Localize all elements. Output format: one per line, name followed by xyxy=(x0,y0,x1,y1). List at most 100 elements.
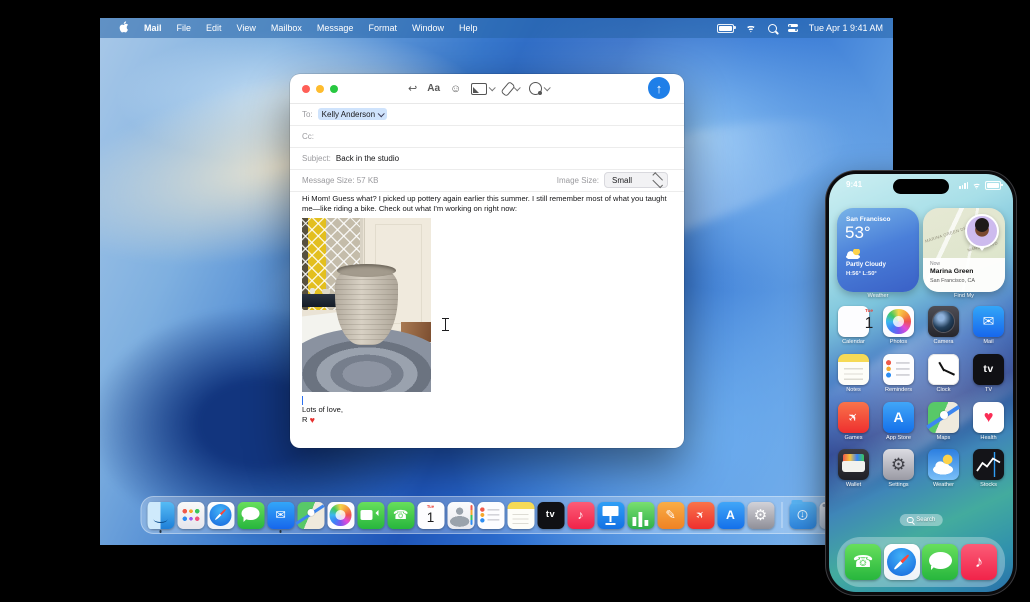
minimize-button[interactable] xyxy=(316,84,324,93)
rocket-icon: ✈ xyxy=(838,402,869,433)
stocks-chart-icon xyxy=(976,452,1001,477)
dock-icon-app-store[interactable]: A xyxy=(717,501,744,529)
apple-menu[interactable] xyxy=(112,21,136,35)
message-body[interactable]: Hi Mom! Guess what? I picked up pottery … xyxy=(302,194,674,213)
app-health[interactable]: ♥ Health xyxy=(966,402,1011,441)
compose-options-button[interactable] xyxy=(529,82,551,95)
dock-icon-music[interactable]: ♪ xyxy=(567,501,594,529)
running-indicator xyxy=(279,529,282,533)
app-photos[interactable]: Photos xyxy=(876,306,921,345)
widget-row: San Francisco 53° Partly Cloudy H:56° L:… xyxy=(829,208,1013,292)
emoji-icon[interactable]: ☺ xyxy=(450,83,461,95)
attach-file-button[interactable] xyxy=(500,80,521,97)
tv-icon: tv xyxy=(545,509,556,520)
dock-icon-photos[interactable] xyxy=(327,501,354,529)
menu-bar-clock[interactable]: Tue Apr 1 9:41 AM xyxy=(809,23,883,33)
photo-browser-button[interactable] xyxy=(471,82,496,95)
app-notes[interactable]: Notes xyxy=(831,354,876,393)
weather-widget[interactable]: San Francisco 53° Partly Cloudy H:56° L:… xyxy=(837,208,919,292)
dock-icon-reminders[interactable] xyxy=(477,501,504,529)
dock-icon-safari[interactable] xyxy=(883,544,920,580)
cc-field[interactable]: Cc: xyxy=(290,125,684,148)
dock-icon-system-settings[interactable]: ⚙ xyxy=(747,501,774,529)
dock-icon-downloads[interactable]: ↓ xyxy=(789,499,816,529)
search-pill[interactable]: Search xyxy=(899,514,943,526)
pottery-photo[interactable] xyxy=(302,218,431,392)
weather-high-low: H:56° L:50° xyxy=(846,271,877,277)
camera-icon xyxy=(928,306,959,337)
menu-item-window[interactable]: Window xyxy=(405,23,451,33)
app-calendar[interactable]: Tue 1 Calendar xyxy=(831,306,876,345)
app-clock[interactable]: Clock xyxy=(921,354,966,393)
app-stocks[interactable]: Stocks xyxy=(966,449,1011,488)
battery-icon[interactable] xyxy=(716,23,736,33)
menu-app-name[interactable]: Mail xyxy=(137,23,169,33)
dock-icon-calendar[interactable]: Tue 1 xyxy=(417,501,444,529)
menu-item-message[interactable]: Message xyxy=(310,23,361,33)
dock-icon-phone[interactable]: ☎ xyxy=(387,501,414,529)
dock-icon-maps[interactable] xyxy=(297,501,324,529)
mac-display: Mail File Edit View Mailbox Message Form… xyxy=(100,18,893,545)
menu-item-help[interactable]: Help xyxy=(452,23,485,33)
dock-icon-music[interactable]: ♪ xyxy=(960,544,997,580)
wifi-icon[interactable] xyxy=(744,23,757,33)
app-wallet[interactable]: Wallet xyxy=(831,449,876,488)
dock-icon-numbers[interactable] xyxy=(627,501,654,529)
find-my-widget[interactable]: MARINA GREEN DR MARINA BLVD Now Marina G… xyxy=(923,208,1005,292)
compose-toolbar: ↩ Aa ☺ ↑ xyxy=(290,74,684,104)
app-games[interactable]: ✈ Games xyxy=(831,402,876,441)
dock-icon-messages[interactable] xyxy=(237,501,264,529)
tv-glyph: tv xyxy=(983,363,994,376)
dock-icon-phone[interactable]: ☎ xyxy=(845,544,881,580)
dock-icon-safari[interactable] xyxy=(207,501,234,529)
app-tv[interactable]: tv TV xyxy=(966,354,1011,393)
dock-icon-messages[interactable] xyxy=(922,544,959,580)
app-weather[interactable]: Weather xyxy=(921,449,966,488)
app-label: Calendar xyxy=(842,339,865,345)
dock-icon-keynote[interactable] xyxy=(597,501,624,529)
recipient-token[interactable]: Kelly Anderson xyxy=(317,108,388,120)
map-street-label: MARINA GREEN DR xyxy=(924,225,968,244)
dock-icon-notes[interactable] xyxy=(507,501,534,529)
app-camera[interactable]: Camera xyxy=(921,306,966,345)
chevron-down-icon xyxy=(543,84,551,92)
apple-icon xyxy=(119,21,129,33)
app-maps[interactable]: Maps xyxy=(921,402,966,441)
control-center-icon[interactable] xyxy=(787,24,798,32)
closing-lines[interactable]: Lots of love, R ♥ xyxy=(302,405,343,427)
dynamic-island xyxy=(893,179,949,194)
maps-icon xyxy=(928,402,959,433)
menu-item-view[interactable]: View xyxy=(230,23,263,33)
find-my-place: Marina Green xyxy=(930,268,974,275)
heart-glyph: ♥ xyxy=(983,408,994,427)
zoom-button[interactable] xyxy=(330,84,338,93)
app-label: Photos xyxy=(889,339,908,345)
photo-icon xyxy=(471,82,488,95)
dock-icon-contacts[interactable] xyxy=(447,501,474,529)
format-text-icon[interactable]: Aa xyxy=(427,83,440,94)
menu-item-format[interactable]: Format xyxy=(361,23,404,33)
send-button[interactable]: ↑ xyxy=(648,77,670,99)
menu-item-edit[interactable]: Edit xyxy=(199,23,229,33)
app-settings[interactable]: ⚙ Settings xyxy=(876,449,921,488)
app-mail[interactable]: ✉ Mail xyxy=(966,306,1011,345)
undo-icon[interactable]: ↩ xyxy=(408,82,417,95)
subject-field[interactable]: Subject: Back in the studio xyxy=(290,147,684,170)
iphone-dock: ☎ ♪ xyxy=(837,537,1005,587)
close-button[interactable] xyxy=(302,84,310,93)
search-icon xyxy=(906,516,914,524)
app-reminders[interactable]: Reminders xyxy=(876,354,921,393)
dock-icon-mail[interactable]: ✉ xyxy=(267,501,294,533)
menu-item-mailbox[interactable]: Mailbox xyxy=(264,23,309,33)
dock-icon-launchpad[interactable] xyxy=(177,501,204,529)
image-size-dropdown[interactable]: Small xyxy=(604,171,668,189)
dock-icon-pages[interactable]: ✎ xyxy=(657,501,684,529)
app-app-store[interactable]: A App Store xyxy=(876,402,921,441)
dock-icon-facetime[interactable] xyxy=(357,501,384,529)
to-field[interactable]: To: Kelly Anderson xyxy=(290,103,684,126)
dock-icon-tv[interactable]: tv xyxy=(537,501,564,529)
spotlight-search-icon[interactable] xyxy=(767,23,777,33)
dock-icon-games[interactable]: ✈ xyxy=(687,501,714,529)
menu-item-file[interactable]: File xyxy=(170,23,199,33)
dock-icon-finder[interactable] xyxy=(147,501,174,533)
